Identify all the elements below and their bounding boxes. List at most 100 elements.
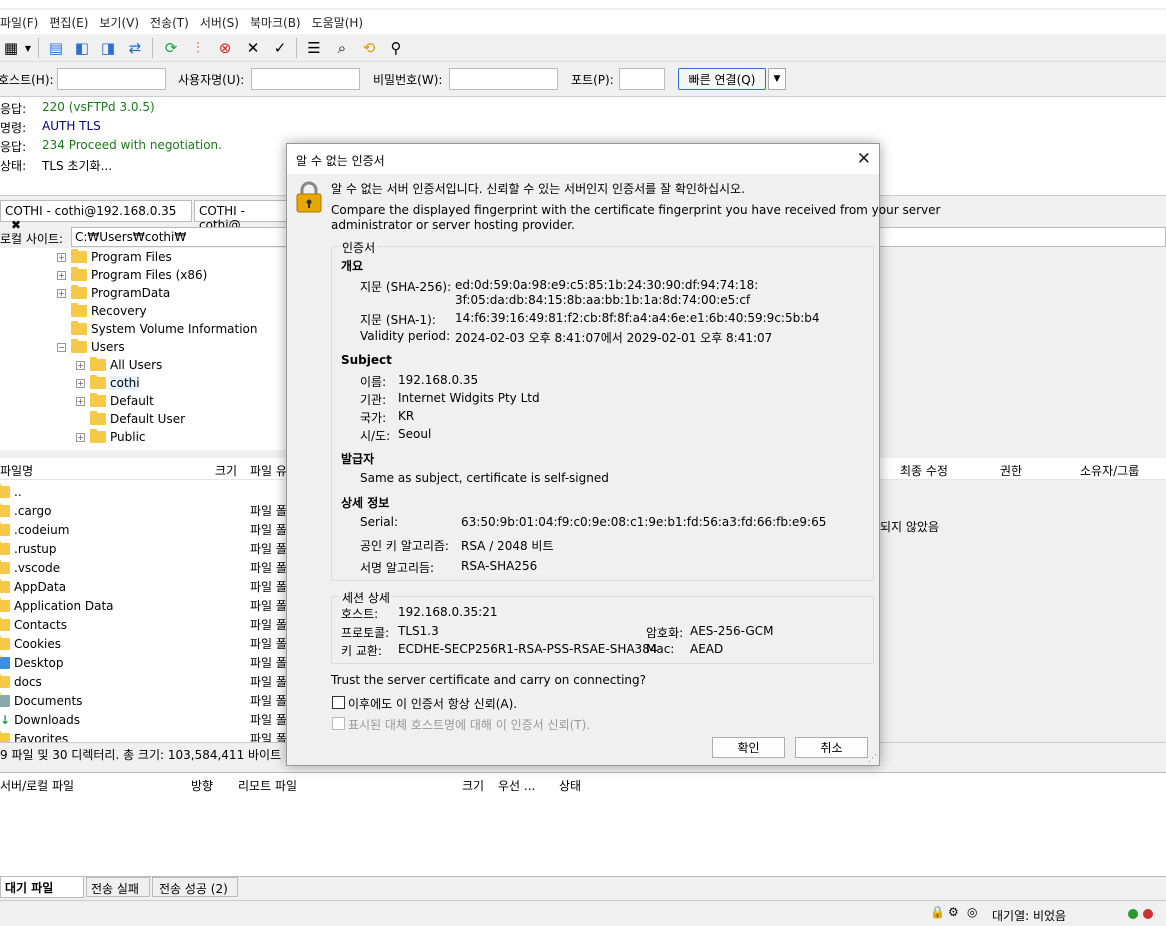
title-bar xyxy=(0,0,1166,8)
tree-item[interactable]: + Program Files (x86) xyxy=(57,266,207,284)
tree-item[interactable]: + Default xyxy=(76,392,154,410)
column-owner[interactable]: 소유자/그룹 xyxy=(1080,462,1139,479)
list-item[interactable]: Application Data 파일 폴 xyxy=(0,596,290,615)
column-name[interactable]: 파일명 xyxy=(0,462,33,479)
filter-status-icon: ⚙ xyxy=(948,905,959,919)
tree-item[interactable]: System Volume Information xyxy=(71,320,257,338)
always-trust-label[interactable]: 이후에도 이 인증서 항상 신뢰(A). xyxy=(348,695,517,712)
session-cipher-value: AES-256-GCM xyxy=(690,624,774,638)
menu-help[interactable]: 도움말(H) xyxy=(312,14,364,31)
tree-item[interactable]: + ProgramData xyxy=(57,284,170,302)
search-files-icon[interactable]: ⚲ xyxy=(385,37,407,59)
list-item[interactable]: .. xyxy=(0,482,290,501)
subject-city-label: 시/도: xyxy=(360,429,391,443)
list-item[interactable]: .rustup 파일 폴 xyxy=(0,539,290,558)
toggle-queue-icon[interactable]: ⇄ xyxy=(124,37,146,59)
tab-label: COTHI - cothi@192.168.0.35 xyxy=(5,204,177,218)
list-item[interactable]: docs 파일 폴 xyxy=(0,672,290,691)
menu-server[interactable]: 서버(S) xyxy=(200,14,239,31)
toggle-remote-tree-icon[interactable]: ◨ xyxy=(97,37,119,59)
list-item[interactable]: .codeium 파일 폴 xyxy=(0,520,290,539)
local-site-label: 로컬 사이트: xyxy=(0,232,64,246)
certificate-group-title: 인증서 xyxy=(340,239,378,256)
tree-item[interactable]: + cothi xyxy=(76,374,140,392)
list-item[interactable]: Cookies 파일 폴 xyxy=(0,634,290,653)
sha1-value: 14:f6:39:16:49:81:f2:cb:8f:8f:a4:a4:6e:e… xyxy=(455,311,820,325)
subject-heading: Subject xyxy=(341,353,392,367)
subject-org-value: Internet Widgits Pty Ltd xyxy=(398,391,540,405)
menu-edit[interactable]: 편집(E) xyxy=(49,14,88,31)
tab-connection-1[interactable]: COTHI - cothi@192.168.0.35 ✖ xyxy=(0,200,192,232)
cancel-button[interactable]: 취소 xyxy=(795,737,868,758)
signature-label: 서명 알고리듬: xyxy=(360,561,435,575)
tree-item[interactable]: + All Users xyxy=(76,356,162,374)
queue-col-status[interactable]: 상태 xyxy=(559,777,581,794)
column-modified[interactable]: 최종 수정 xyxy=(900,462,948,479)
list-item[interactable]: Favorites 파일 폴 xyxy=(0,729,290,742)
queue-col-direction[interactable]: 방향 xyxy=(191,777,213,794)
column-size[interactable]: 크기 xyxy=(215,462,237,479)
site-manager-icon[interactable]: ▦ xyxy=(0,37,22,59)
toggle-local-tree-icon[interactable]: ◧ xyxy=(71,37,93,59)
log-key: 응답: xyxy=(0,140,27,154)
tab-queued[interactable]: 대기 파일 xyxy=(0,877,84,898)
ok-button[interactable]: 확인 xyxy=(712,737,785,758)
tab-connection-2[interactable]: COTHI - cothi@ xyxy=(194,200,294,232)
column-type[interactable]: 파일 유 xyxy=(250,462,287,479)
menu-bookmarks[interactable]: 북마크(B) xyxy=(250,14,301,31)
site-manager-dropdown-icon[interactable]: ▼ xyxy=(22,37,34,59)
pubkey-value: RSA / 2048 비트 xyxy=(461,539,554,553)
port-input[interactable] xyxy=(619,68,665,90)
host-input[interactable] xyxy=(57,68,166,90)
tree-item[interactable]: + Public xyxy=(76,428,146,446)
password-input[interactable] xyxy=(449,68,558,90)
serial-label: Serial: xyxy=(360,515,398,529)
list-item[interactable]: .vscode 파일 폴 xyxy=(0,558,290,577)
tree-item[interactable]: + Program Files xyxy=(57,248,172,266)
close-icon[interactable]: ✕ xyxy=(857,149,871,169)
quickconnect-button[interactable]: 빠른 연결(Q) xyxy=(678,68,766,90)
tree-item[interactable]: Recovery xyxy=(71,302,147,320)
reconnect-icon[interactable]: ✓ xyxy=(269,37,291,59)
queue-col-file[interactable]: 서버/로컬 파일 xyxy=(0,777,74,794)
password-label: 비밀번호(W): xyxy=(373,73,443,87)
list-item[interactable]: AppData 파일 폴 xyxy=(0,577,290,596)
column-permissions[interactable]: 권한 xyxy=(1000,462,1022,479)
alt-host-trust-checkbox[interactable] xyxy=(332,717,345,730)
quickconnect-dropdown-icon[interactable]: ▼ xyxy=(768,68,786,90)
tab-successful[interactable]: 전송 성공 (2) xyxy=(152,877,238,897)
resize-grip-icon[interactable]: ⋰ xyxy=(868,754,877,764)
local-tree: + Program Files + Program Files (x86) + Pro… xyxy=(0,248,290,450)
filter-icon[interactable]: ⫶ xyxy=(187,37,209,59)
cancel-icon[interactable]: ⊗ xyxy=(214,37,236,59)
disconnect-icon[interactable]: ✕ xyxy=(242,37,264,59)
list-item[interactable]: Contacts 파일 폴 xyxy=(0,615,290,634)
refresh-icon[interactable]: ⟳ xyxy=(160,37,182,59)
queue-col-remote[interactable]: 리모트 파일 xyxy=(238,777,297,794)
activity-led-icon xyxy=(1128,909,1138,919)
trust-question: Trust the server certificate and carry o… xyxy=(331,673,646,687)
compare-directories-icon[interactable]: ⌕ xyxy=(331,37,353,59)
tree-item[interactable]: − Users xyxy=(57,338,125,356)
toggle-log-icon[interactable]: ▤ xyxy=(45,37,67,59)
menu-transfer[interactable]: 전송(T) xyxy=(150,14,189,31)
session-kex-label: 키 교환: xyxy=(341,644,382,658)
validity-value: 2024-02-03 오후 8:41:07에서 2029-02-01 오후 8:… xyxy=(455,331,773,345)
list-item[interactable]: .cargo 파일 폴 xyxy=(0,501,290,520)
list-item[interactable]: Desktop 파일 폴 xyxy=(0,653,290,672)
list-item[interactable]: Documents 파일 폴 xyxy=(0,691,290,710)
signature-value: RSA-SHA256 xyxy=(461,559,538,573)
always-trust-checkbox[interactable] xyxy=(332,696,345,709)
log-text: TLS 초기화... xyxy=(42,159,113,173)
directory-listing-filter-icon[interactable]: ☰ xyxy=(303,37,325,59)
menu-view[interactable]: 보기(V) xyxy=(99,14,139,31)
list-item[interactable]: ↓ Downloads 파일 폴 xyxy=(0,710,290,729)
queue-col-priority[interactable]: 우선 ... xyxy=(498,777,535,794)
sync-browsing-icon[interactable]: ⟲ xyxy=(358,37,380,59)
menu-file[interactable]: 파일(F) xyxy=(0,14,38,31)
user-input[interactable] xyxy=(251,68,360,90)
tab-failed[interactable]: 전송 실패 xyxy=(86,877,150,897)
queue-col-size[interactable]: 크기 xyxy=(462,777,484,794)
tree-item[interactable]: Default User xyxy=(90,410,185,428)
transfer-queue: 서버/로컬 파일 방향 리모트 파일 크기 우선 ... 상태 xyxy=(0,772,1166,876)
